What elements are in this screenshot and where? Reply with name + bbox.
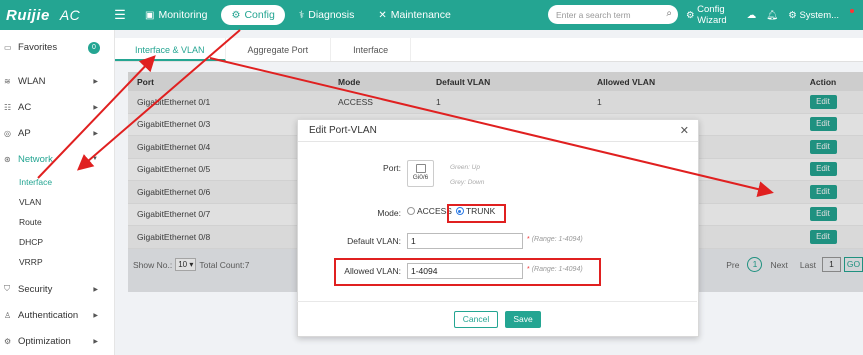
annotation-arrows (37, 29, 774, 197)
arrow-to-tab (37, 55, 156, 179)
arrow-to-edit (209, 57, 774, 197)
arrow-from-config (76, 29, 241, 171)
